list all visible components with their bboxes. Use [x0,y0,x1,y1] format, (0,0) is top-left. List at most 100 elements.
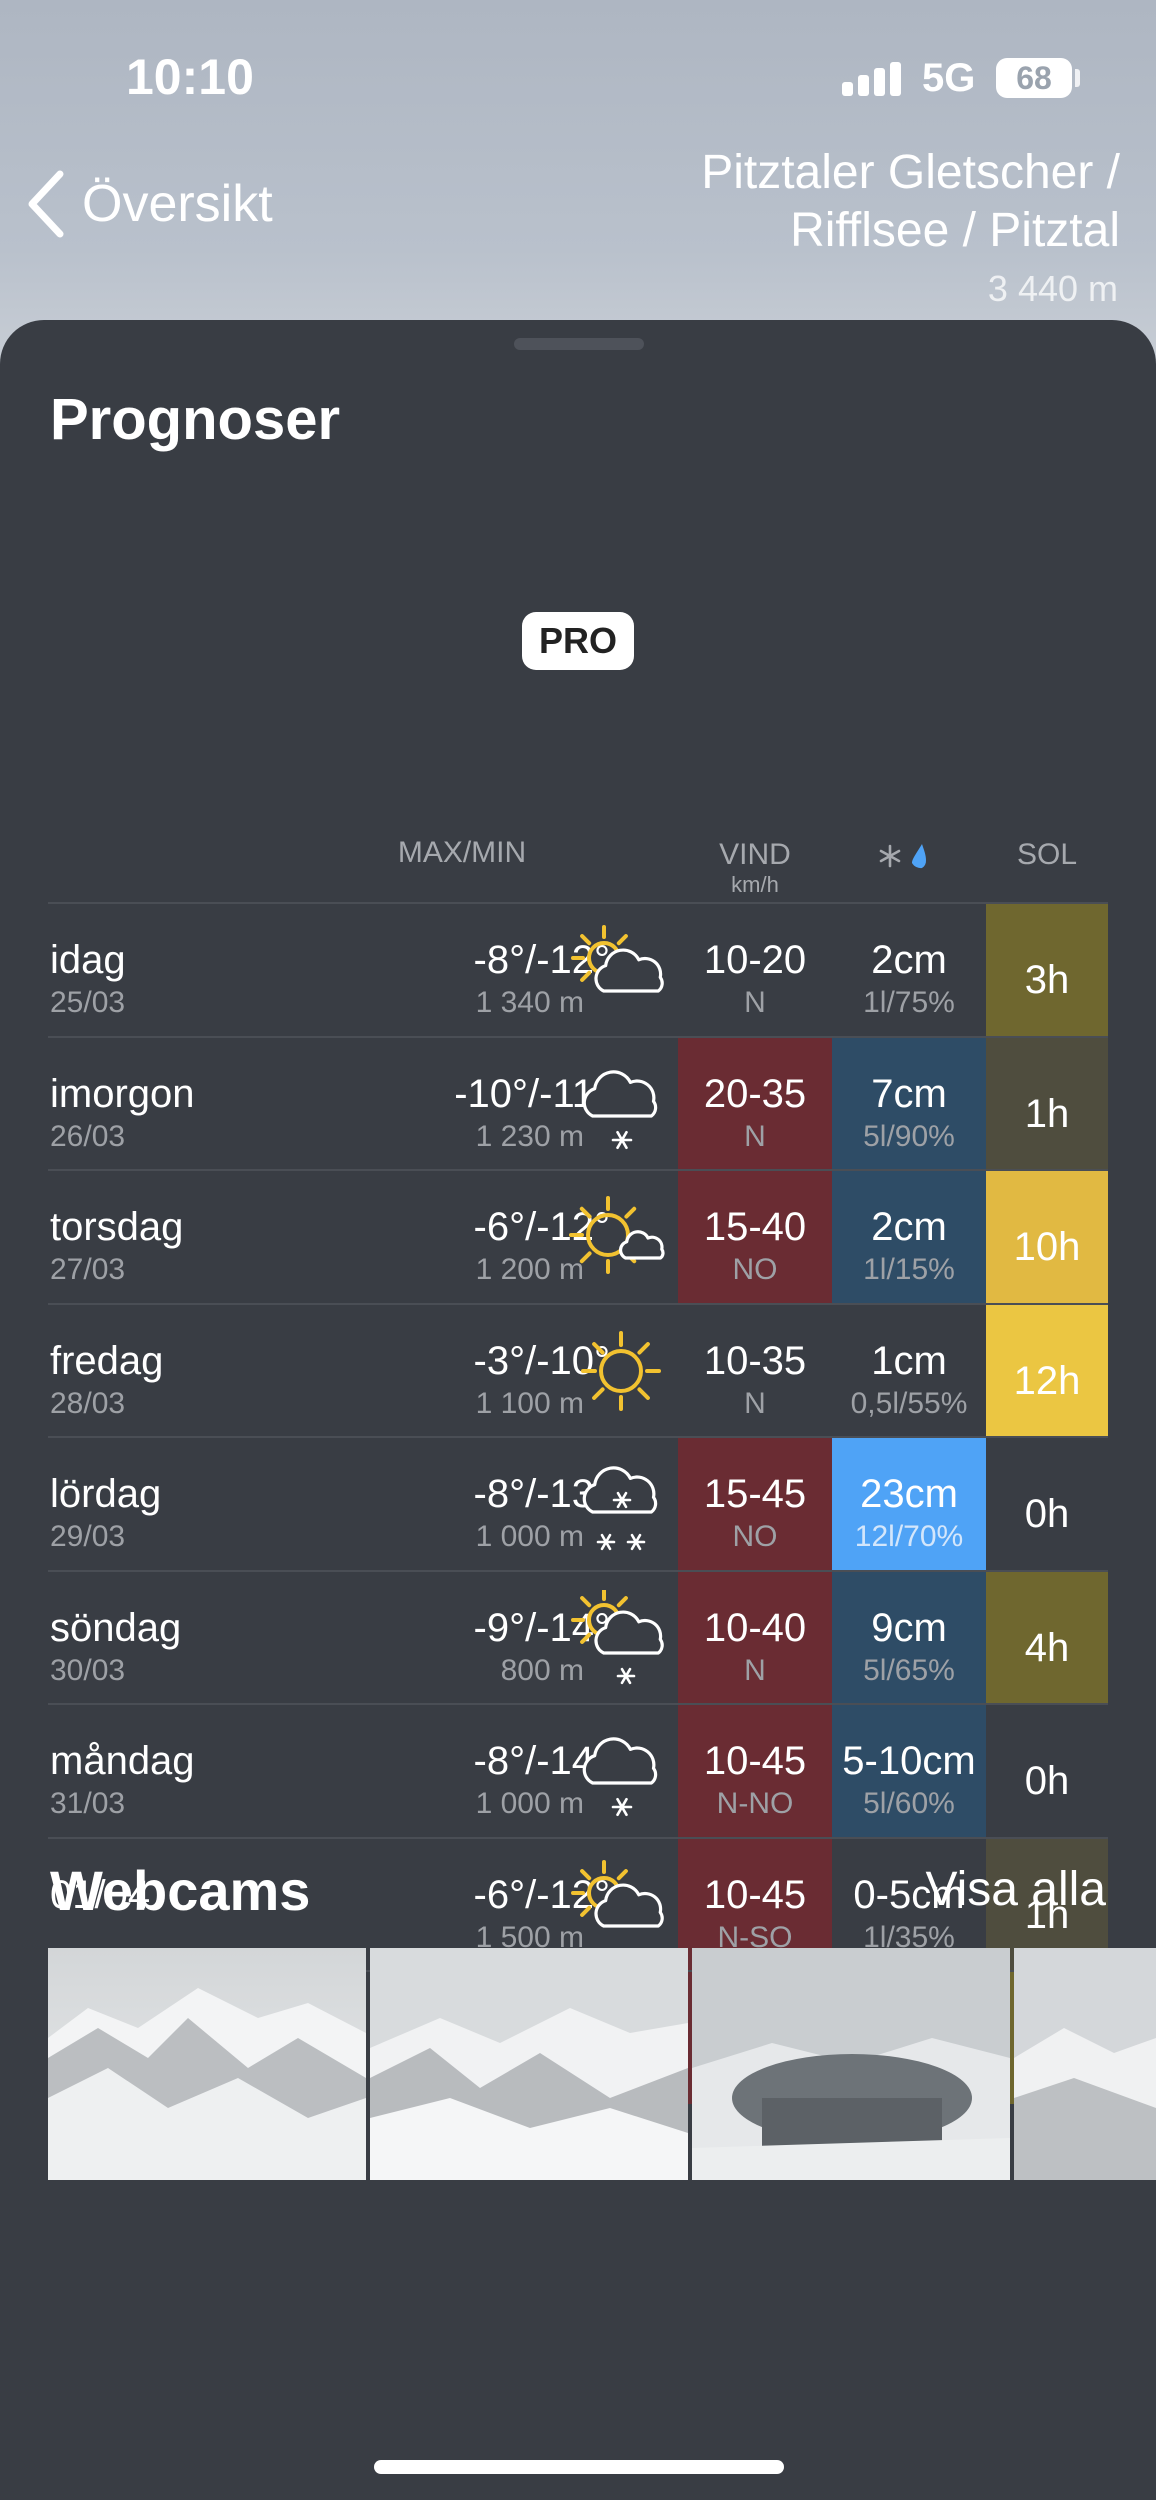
day-cell: söndag 30/03 [48,1572,308,1704]
home-indicator[interactable] [374,2460,784,2474]
wind-direction: N-NO [716,1787,794,1820]
resort-title: Pitztaler Gletscher / Rifflsee / Pitztal [701,144,1120,260]
battery-icon: 68 [996,58,1072,98]
sun-cell: 0h [986,1438,1108,1570]
precip-cell: 1cm 0,5l/55% [832,1305,986,1437]
wind-direction: N [744,1386,766,1420]
show-all-webcams-link[interactable]: Visa alla [925,1862,1106,1917]
day-cell: idag 25/03 [48,904,308,1036]
network-type: 5G [922,56,976,100]
pro-badge[interactable]: PRO [522,612,634,670]
raindrop-icon [912,844,927,869]
chevron-left-icon [28,170,64,238]
day-date: 25/03 [50,986,126,1019]
forecast-row[interactable]: idag 25/03 -8°/-12° 1 340 m 10-20 N 2cm … [48,902,1108,1036]
day-date: 26/03 [50,1119,126,1153]
forecast-row[interactable]: imorgon 26/03 -10°/-11° 1 230 m 20-35 N … [48,1035,1108,1170]
partly-cloudy-icon [566,922,676,1022]
header-maxmin: MAX/MIN [397,836,527,869]
day-name: söndag [50,1605,182,1650]
wind-direction: N [744,986,766,1019]
forecast-row[interactable]: torsdag 27/03 -6°/-12° 1 200 m 15-40 NO … [48,1169,1108,1303]
snowfall: 7cm [871,1071,947,1116]
cloud-snow-icon [566,1723,676,1823]
temp-cell: -8°/-13° 1 000 m [310,1438,610,1570]
temp-cell: -3°/-10° 1 100 m [310,1305,610,1437]
forecast-table: idag 25/03 -8°/-12° 1 340 m 10-20 N 2cm … [48,902,1108,2104]
sun-cell: 4h [986,1571,1108,1703]
day-date: 29/03 [50,1520,126,1553]
forecast-row[interactable]: söndag 30/03 -9°/-14° 800 m 10-40 N 9cm … [48,1569,1108,1704]
partly-cloudy-snow-icon [566,1586,676,1690]
sheet-grabber[interactable] [514,338,644,350]
day-name: fredag [50,1338,164,1383]
wind-speed: 20-35 [703,1071,807,1116]
back-button[interactable]: Översikt [24,164,273,244]
sun-hours: 3h [1024,958,1070,1002]
precip-cell: 2cm 1l/75% [832,904,986,1036]
wind-direction: N [744,1119,766,1153]
webcam-thumbnail[interactable] [370,1948,688,2180]
resort-elevation: 3 440 m [987,268,1118,309]
precip-probability: 5l/90% [863,1119,955,1153]
section-title-webcams: Webcams [50,1859,311,1922]
wind-speed: 10-20 [703,938,807,982]
webcam-thumbnail[interactable] [692,1948,1010,2180]
wind-speed: 10-40 [703,1605,807,1650]
header-sun: SOL [1016,838,1078,871]
precip-probability: 1l/75% [863,986,955,1019]
sun-hours: 1h [1024,1091,1070,1136]
header-precip [876,838,936,874]
sun-cell: 0h [986,1705,1108,1837]
sun-hours: 12h [1013,1358,1081,1403]
day-cell: torsdag 27/03 [48,1171,308,1303]
section-title-forecast: Prognoser [50,387,341,452]
snowfall: 9cm [871,1605,947,1650]
day-name: torsdag [50,1205,184,1249]
precip-cell: 2cm 1l/15% [832,1171,986,1303]
day-cell: lördag 29/03 [48,1438,308,1570]
snowfall: 1cm [871,1338,947,1383]
wind-speed: 10-45 [703,1872,807,1917]
resort-title-line2: Rifflsee / Pitztal [790,204,1120,257]
header-wind-unit: km/h [731,872,779,897]
wind-direction: NO [732,1253,778,1286]
forecast-row[interactable]: måndag 31/03 -8°/-14° 1 000 m 10-45 N-NO… [48,1703,1108,1837]
precip-probability: 5l/65% [863,1653,955,1687]
sun-cell: 10h [986,1171,1108,1303]
precip-cell: 5-10cm 5l/60% [832,1705,986,1837]
back-label: Översikt [82,175,273,233]
sun-hours: 0h [1024,1759,1070,1803]
wind-cell: 20-35 N [678,1037,832,1169]
sun-hours: 10h [1013,1225,1081,1269]
day-date: 27/03 [50,1253,126,1286]
precip-probability: 1l/15% [863,1253,955,1286]
temp-cell: -10°/-11° 1 230 m [310,1038,610,1170]
wind-cell: 10-35 N [678,1305,832,1437]
temp-cell: -8°/-14° 1 000 m [310,1705,610,1837]
snowfall: 5-10cm [842,1739,976,1783]
resort-title-line1: Pitztaler Gletscher / [701,146,1120,199]
precip-probability: 5l/60% [863,1787,955,1820]
day-cell: fredag 28/03 [48,1305,308,1437]
wind-cell: 15-45 NO [678,1438,832,1570]
precip-probability: 12l/70% [854,1520,964,1553]
webcam-thumbnail[interactable] [1014,1948,1156,2180]
status-bar: 10:10 5G 68 [0,0,1156,150]
precip-cell: 7cm 5l/90% [832,1037,986,1169]
sun-hours: 4h [1024,1625,1070,1670]
wind-direction: NO [732,1520,778,1553]
webcam-thumbnail[interactable] [48,1948,366,2180]
sun-icon [566,1323,676,1423]
temp-cell: -6°/-12° 1 200 m [310,1171,610,1303]
wind-speed: 10-35 [703,1338,807,1383]
heavy-snow-icon [566,1456,676,1556]
forecast-row[interactable]: fredag 28/03 -3°/-10° 1 100 m 10-35 N 1c… [48,1302,1108,1437]
day-cell: måndag 31/03 [48,1705,308,1837]
wind-cell: 10-20 N [678,904,832,1036]
day-cell: imorgon 26/03 [48,1038,308,1170]
forecast-row[interactable]: lördag 29/03 -8°/-13° 1 000 m 15-45 NO 2… [48,1436,1108,1570]
header-wind: VIND [719,838,791,871]
wind-cell: 10-40 N [678,1571,832,1703]
partly-cloudy-icon [566,1857,676,1957]
